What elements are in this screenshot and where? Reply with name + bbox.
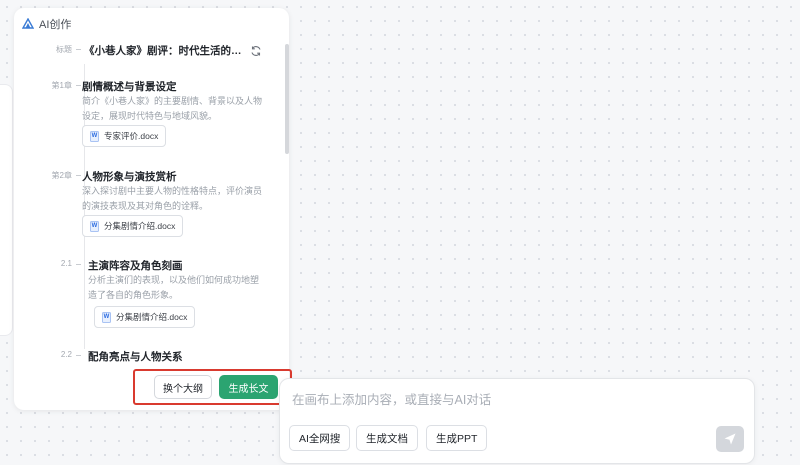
section-description: 分析主演们的表现，以及他们如何成功地塑造了各自的角色形象。 [88,275,260,300]
section-label: 第1章 [51,81,72,90]
outline-connector [76,264,81,265]
send-icon [724,433,736,445]
section-label: 2.2 [60,350,72,359]
outline-title-label: 标题 [56,45,72,54]
section-heading[interactable]: 人物形象与演技赏析 [82,169,177,184]
section-heading[interactable]: 配角亮点与人物关系 [88,349,183,364]
file-attachment-chip[interactable]: W 分集剧情介绍.docx [94,306,196,328]
outline-connector [76,175,81,176]
section-description: 简介《小巷人家》的主要剧情、背景以及人物设定，展现时代特色与地域风貌。 [82,96,263,121]
chat-composer: AI全网搜 生成文档 生成PPT [279,378,755,464]
outline-connector [76,85,81,86]
panel-scrollbar[interactable] [285,44,289,154]
generate-document-button[interactable]: 生成文档 [356,425,418,451]
file-attachment-chip[interactable]: W 专家评价.docx [82,125,167,147]
send-button[interactable] [716,426,744,452]
word-doc-icon: W [102,311,111,323]
file-name: 专家评价.docx [104,131,159,141]
generate-long-text-button[interactable]: 生成长文 [219,375,278,399]
ai-creation-panel: AI创作 标题 《小巷人家》剧评：时代生活的… 第1章 剧情概述与背景设定 简介… [14,8,289,410]
section-heading[interactable]: 主演阵容及角色刻画 [88,258,183,273]
ai-logo-icon [22,18,34,29]
word-doc-icon: W [90,130,99,142]
chat-input[interactable] [290,392,734,408]
outline-title[interactable]: 《小巷人家》剧评：时代生活的… [84,43,242,58]
file-name: 分集剧情介绍.docx [104,221,176,231]
word-doc-icon: W [90,220,99,232]
section-label: 2.1 [60,259,72,268]
outline-connector [76,355,81,356]
section-description: 深入探讨剧中主要人物的性格特点，评价演员的演技表现及其对角色的诠释。 [82,186,263,211]
panel-title: AI创作 [39,19,72,31]
section-label: 第2章 [51,171,72,180]
outline-connector [76,49,81,50]
panel-header: AI创作 [22,16,71,32]
left-collapsed-panel [0,84,13,336]
section-heading[interactable]: 剧情概述与背景设定 [82,79,177,94]
file-name: 分集剧情介绍.docx [116,312,188,322]
generate-ppt-button[interactable]: 生成PPT [426,425,488,451]
refresh-icon[interactable] [250,45,262,57]
change-outline-button[interactable]: 换个大纲 [154,375,212,399]
file-attachment-chip[interactable]: W 分集剧情介绍.docx [82,215,184,237]
ai-web-search-button[interactable]: AI全网搜 [289,425,351,451]
